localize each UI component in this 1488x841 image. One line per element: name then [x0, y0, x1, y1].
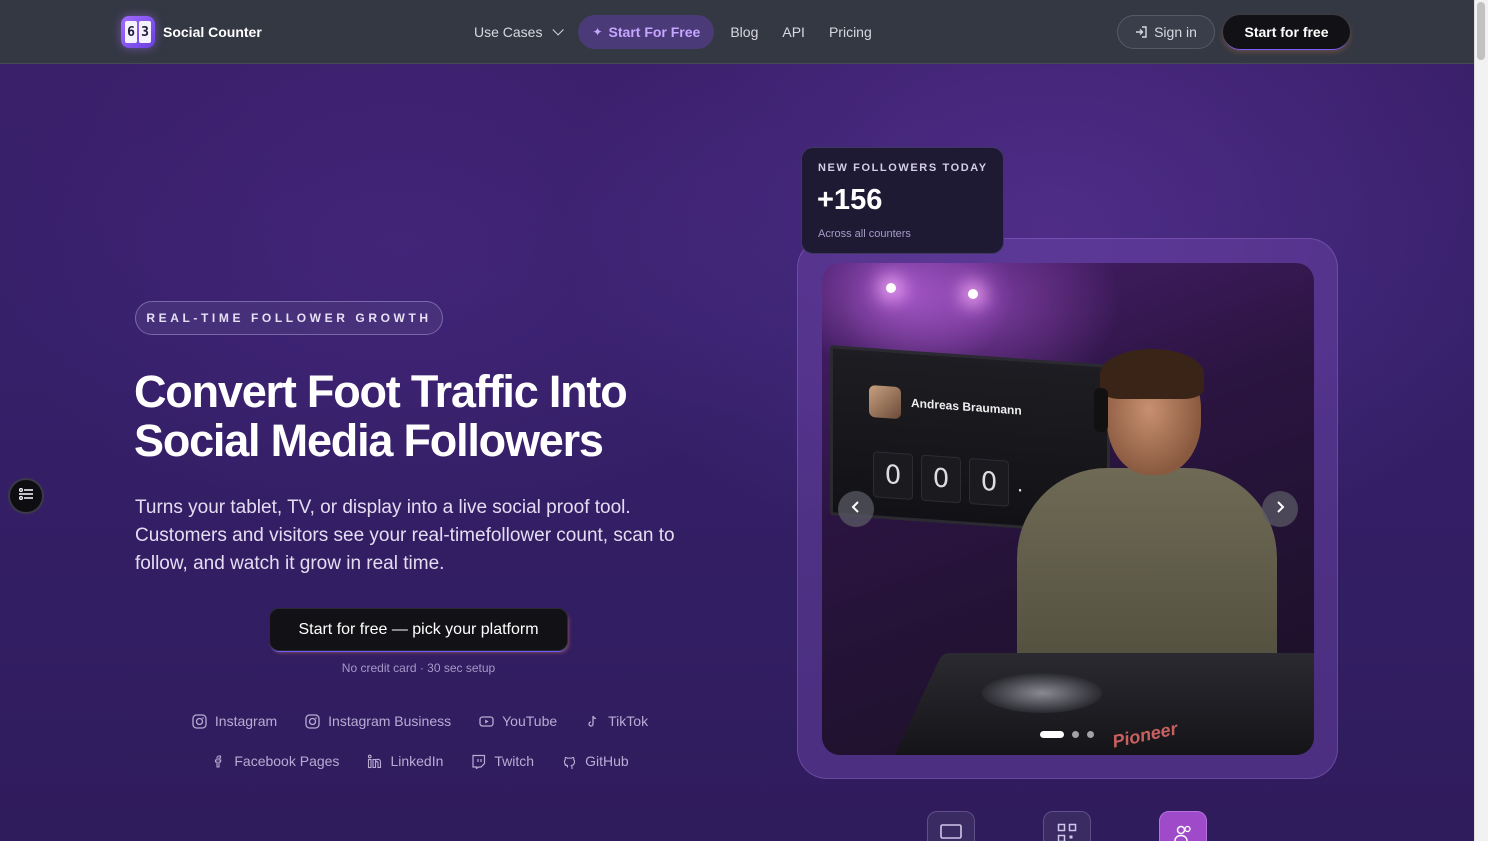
- platform-instagram-business[interactable]: Instagram Business: [305, 713, 451, 729]
- hero-badge: REAL-TIME FOLLOWER GROWTH: [135, 301, 443, 335]
- carousel-dots: [1040, 731, 1094, 738]
- carousel-dot[interactable]: [1087, 731, 1094, 738]
- sign-in-icon: [1135, 26, 1147, 38]
- scrollbar[interactable]: [1474, 0, 1488, 841]
- platform-row: Instagram Instagram Business YouTube Tik…: [135, 708, 705, 734]
- twitch-icon: [471, 754, 486, 769]
- hero-title-line: Convert Foot Traffic Into: [134, 366, 628, 417]
- nav-pricing[interactable]: Pricing: [817, 15, 884, 49]
- display-digit: 0: [873, 451, 913, 501]
- filter-icon: [18, 487, 34, 506]
- logo-digit: 6: [125, 21, 137, 43]
- qr-code-icon: [1057, 823, 1077, 841]
- platform-label: YouTube: [502, 713, 558, 729]
- carousel-dot[interactable]: [1072, 731, 1079, 738]
- logo[interactable]: 6 3 Social Counter: [121, 16, 262, 48]
- sign-in-label: Sign in: [1154, 24, 1197, 40]
- person-hair: [1100, 349, 1204, 399]
- step-scan: [1043, 811, 1091, 841]
- floating-menu-button[interactable]: [8, 478, 44, 514]
- stat-label: NEW FOLLOWERS TODAY: [818, 162, 988, 174]
- nav-use-cases-label: Use Cases: [474, 24, 543, 40]
- chevron-right-icon: [1275, 500, 1285, 519]
- platform-twitch[interactable]: Twitch: [471, 753, 534, 769]
- step-icons: [927, 811, 1207, 841]
- platform-instagram[interactable]: Instagram: [192, 713, 277, 729]
- nav-links: Use Cases ✦ Start For Free Blog API Pric…: [462, 14, 884, 50]
- stat-subtext: Across all counters: [818, 228, 911, 240]
- facebook-icon: [211, 754, 226, 769]
- hero-title: Convert Foot Traffic Into Social Media F…: [134, 367, 774, 465]
- instagram-icon: [305, 713, 320, 729]
- platform-label: Twitch: [494, 753, 535, 769]
- users-icon: [1173, 823, 1193, 841]
- logo-text: Social Counter: [163, 24, 262, 40]
- platform-label: Facebook Pages: [234, 753, 340, 769]
- platform-label: TikTok: [608, 713, 649, 729]
- display-digits: 0 0 0 .: [873, 451, 1023, 507]
- headphones: [1094, 388, 1108, 432]
- platform-label: Instagram Business: [328, 713, 452, 729]
- step-display: [927, 811, 975, 841]
- jog-wheel: [982, 673, 1102, 713]
- carousel-prev-button[interactable]: [838, 491, 874, 527]
- spotlight: [968, 289, 978, 299]
- showcase-image: Andreas Braumann 0 0 0 . Pioneer: [822, 263, 1314, 755]
- chevron-down-icon: [552, 24, 565, 36]
- logo-icon: 6 3: [121, 16, 155, 48]
- nav-blog[interactable]: Blog: [718, 15, 770, 49]
- platform-youtube[interactable]: YouTube: [479, 713, 557, 729]
- display-digit: 0: [969, 457, 1009, 507]
- hero-cta-subtext: No credit card · 30 sec setup: [341, 661, 496, 675]
- github-icon: [562, 754, 577, 769]
- nav-start-for-free[interactable]: ✦ Start For Free: [578, 15, 715, 49]
- step-follow: [1159, 811, 1207, 841]
- platform-list: Instagram Instagram Business YouTube Tik…: [135, 708, 705, 788]
- display-separator: .: [1017, 471, 1024, 497]
- top-navbar: 6 3 Social Counter Use Cases ✦ Start For…: [0, 0, 1474, 64]
- nav-start-for-free-label: Start For Free: [608, 24, 701, 40]
- hero-description: Turns your tablet, TV, or display into a…: [135, 497, 675, 574]
- platform-linkedin[interactable]: LinkedIn: [367, 753, 443, 769]
- platform-github[interactable]: GitHub: [562, 753, 629, 769]
- tiktok-icon: [585, 714, 600, 729]
- carousel-dot[interactable]: [1040, 731, 1064, 738]
- start-for-free-button[interactable]: Start for free: [1223, 15, 1350, 49]
- nav-use-cases[interactable]: Use Cases: [462, 15, 572, 49]
- display-account-name: Andreas Braumann: [911, 395, 1022, 418]
- platform-tiktok[interactable]: TikTok: [585, 713, 648, 729]
- display-digit: 0: [921, 454, 961, 504]
- platform-label: GitHub: [585, 753, 629, 769]
- hero-title-line: Social Media Followers: [134, 415, 604, 466]
- new-followers-card: NEW FOLLOWERS TODAY +156 Across all coun…: [801, 147, 1004, 254]
- scrollbar-thumb[interactable]: [1477, 2, 1485, 60]
- instagram-icon: [192, 713, 207, 729]
- nav-api[interactable]: API: [770, 15, 817, 49]
- monitor-icon: [940, 823, 962, 841]
- platform-row: Facebook Pages LinkedIn Twitch GitHub: [135, 748, 705, 774]
- platform-label: Instagram: [214, 713, 278, 729]
- carousel-next-button[interactable]: [1262, 491, 1298, 527]
- sparkle-icon: ✦: [592, 25, 603, 39]
- spotlight: [886, 283, 896, 293]
- chevron-left-icon: [851, 500, 861, 519]
- youtube-icon: [479, 714, 494, 729]
- avatar: [869, 384, 901, 420]
- linkedin-icon: [367, 754, 382, 769]
- hero-cta-button[interactable]: Start for free — pick your platform: [269, 608, 568, 651]
- sign-in-button[interactable]: Sign in: [1117, 15, 1215, 49]
- platform-label: LinkedIn: [390, 753, 444, 769]
- stat-value: +156: [817, 184, 883, 216]
- platform-facebook-pages[interactable]: Facebook Pages: [211, 753, 339, 769]
- dj-deck: [881, 653, 1314, 755]
- logo-digit: 3: [139, 21, 151, 43]
